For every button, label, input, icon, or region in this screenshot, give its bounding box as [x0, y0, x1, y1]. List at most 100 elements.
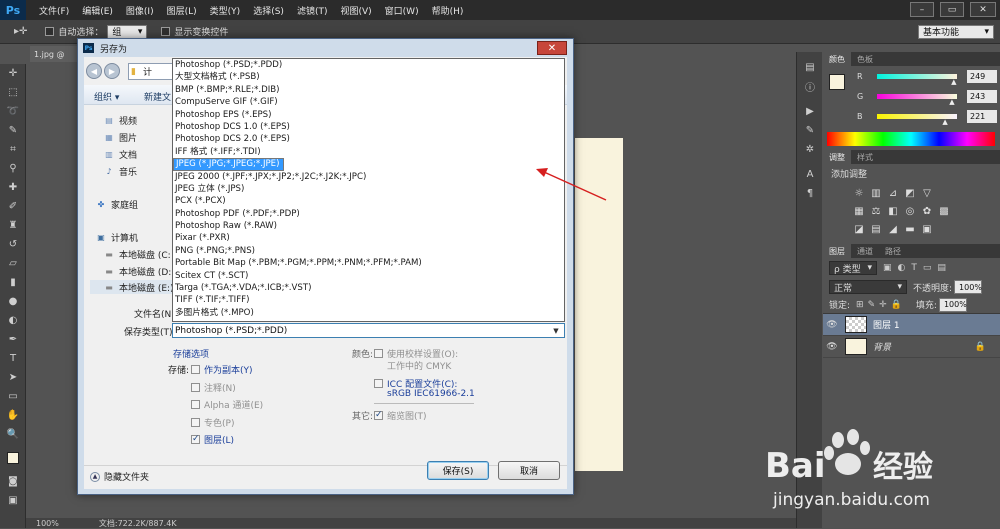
thumbnail-checkbox[interactable]: 缩览图(T): [374, 409, 427, 422]
color-spectrum-bar[interactable]: [827, 132, 995, 146]
checkbox-icon[interactable]: [191, 365, 200, 374]
red-slider[interactable]: ▲: [877, 73, 957, 86]
close-button[interactable]: ✕: [537, 41, 567, 55]
properties-icon[interactable]: ⓘ: [797, 77, 823, 96]
hue-saturation-icon[interactable]: ▦: [853, 206, 865, 217]
type-tool-icon[interactable]: T: [0, 349, 26, 368]
nav-item-disk-c[interactable]: ▬ 本地磁盘 (C:: [104, 248, 170, 261]
eye-icon[interactable]: 👁: [823, 342, 841, 352]
filter-shape-icon[interactable]: ▭: [923, 263, 932, 273]
history-icon[interactable]: ▤: [797, 58, 823, 77]
healing-tool-icon[interactable]: ✚: [0, 178, 26, 197]
document-tab[interactable]: 1.jpg @: [30, 46, 80, 62]
gradient-map-icon[interactable]: ▬: [904, 224, 916, 235]
nav-item-pictures[interactable]: ▦ 图片: [104, 131, 137, 144]
organize-button[interactable]: 组织 ▾: [94, 90, 119, 103]
annotations-checkbox[interactable]: 注释(N): [191, 381, 236, 394]
as-copy-checkbox[interactable]: 作为副本(Y): [191, 363, 253, 376]
lasso-tool-icon[interactable]: ➰: [0, 102, 26, 121]
filter-pixel-icon[interactable]: ▣: [883, 263, 892, 273]
pen-tool-icon[interactable]: ✒: [0, 330, 26, 349]
opacity-field[interactable]: 100%: [954, 280, 983, 294]
file-type-option[interactable]: 大型文档格式 (*.PSB): [173, 71, 564, 83]
crop-tool-icon[interactable]: ⌗: [0, 140, 26, 159]
hide-folders-toggle[interactable]: ▲ 隐藏文件夹: [90, 470, 149, 483]
filter-type-icon[interactable]: T: [911, 263, 917, 273]
zoom-level[interactable]: 100%: [36, 519, 59, 528]
zoom-tool-icon[interactable]: 🔍: [0, 425, 26, 444]
layer-row[interactable]: 👁 背景 🔒: [823, 336, 1000, 358]
file-type-option[interactable]: JPEG 立体 (*.JPS): [173, 183, 564, 195]
levels-icon[interactable]: ▥: [870, 188, 882, 199]
brushes-icon[interactable]: ✎: [797, 121, 823, 140]
red-value[interactable]: 249: [967, 69, 997, 83]
layer-name[interactable]: 图层 1: [873, 318, 900, 331]
blue-value[interactable]: 221: [967, 109, 997, 123]
menu-type[interactable]: 类型(Y): [210, 4, 241, 17]
channel-mixer-icon[interactable]: ✿: [921, 206, 933, 217]
file-type-option[interactable]: 多图片格式 (*.MPO): [173, 307, 564, 319]
nav-item-music[interactable]: ♪ 音乐: [104, 165, 137, 178]
nav-item-disk-e[interactable]: ▬ 本地磁盘 (E:): [90, 280, 178, 294]
file-type-option[interactable]: Pixar (*.PXR): [173, 232, 564, 244]
file-type-option[interactable]: Photoshop EPS (*.EPS): [173, 109, 564, 121]
threshold-icon[interactable]: ◢: [887, 224, 899, 235]
checkbox-icon[interactable]: [191, 400, 200, 409]
dodge-tool-icon[interactable]: ◐: [0, 311, 26, 330]
checkbox-icon[interactable]: [191, 418, 200, 427]
lock-pixels-icon[interactable]: ✎: [868, 300, 876, 310]
close-icon[interactable]: ✕: [970, 2, 996, 17]
quick-select-tool-icon[interactable]: ✎: [0, 121, 26, 140]
file-type-option[interactable]: PCX (*.PCX): [173, 195, 564, 207]
menu-filter[interactable]: 滤镜(T): [297, 4, 328, 17]
menu-window[interactable]: 窗口(W): [385, 4, 419, 17]
file-type-option[interactable]: Photoshop Raw (*.RAW): [173, 220, 564, 232]
lock-position-icon[interactable]: ✛: [879, 300, 887, 310]
show-transform-check-icon[interactable]: [161, 27, 171, 36]
eraser-tool-icon[interactable]: ▱: [0, 254, 26, 273]
spot-checkbox[interactable]: 专色(P): [191, 416, 234, 429]
green-slider[interactable]: ▲: [877, 93, 957, 106]
green-slider-thumb-icon[interactable]: ▲: [949, 98, 954, 106]
color-swatches-icon[interactable]: [0, 444, 26, 472]
layers-checkbox[interactable]: 图层(L): [191, 433, 234, 446]
minimize-icon[interactable]: –: [910, 2, 934, 17]
vibrance-icon[interactable]: ▽: [921, 188, 933, 199]
new-folder-button[interactable]: 新建文: [144, 90, 171, 103]
shape-tool-icon[interactable]: ▭: [0, 387, 26, 406]
file-type-option[interactable]: IFF 格式 (*.IFF;*.TDI): [173, 146, 564, 158]
fill-field[interactable]: 100%: [938, 297, 967, 312]
curves-icon[interactable]: ⊿: [887, 188, 899, 199]
menu-help[interactable]: 帮助(H): [432, 4, 464, 17]
file-type-option[interactable]: Scitex CT (*.SCT): [173, 270, 564, 282]
nav-item-computer[interactable]: ▣ 计算机: [96, 231, 138, 244]
workspace-dropdown[interactable]: 基本功能 ▾: [918, 24, 994, 39]
blue-slider-thumb-icon[interactable]: ▲: [942, 118, 947, 126]
blend-mode-dropdown[interactable]: 正常 ▾: [829, 280, 907, 294]
collapse-icon[interactable]: ▲: [90, 471, 100, 482]
checked-icon[interactable]: [374, 410, 383, 420]
menu-file[interactable]: 文件(F): [39, 4, 69, 17]
back-icon[interactable]: ◀: [86, 63, 102, 79]
tab-paths[interactable]: 路径: [879, 244, 907, 258]
color-lookup-icon[interactable]: ▩: [938, 206, 950, 217]
menu-image[interactable]: 图像(I): [126, 4, 154, 17]
checked-icon[interactable]: [191, 434, 200, 444]
green-value[interactable]: 243: [967, 89, 997, 103]
move-tool-icon[interactable]: ✛: [0, 64, 26, 83]
restore-icon[interactable]: ▭: [940, 2, 964, 17]
blue-slider[interactable]: ▲: [877, 113, 957, 126]
nav-item-disk-d[interactable]: ▬ 本地磁盘 (D:: [104, 265, 171, 278]
layer-filter-dropdown[interactable]: ρ 类型 ▾: [829, 261, 877, 275]
show-transform-checkbox[interactable]: 显示变换控件: [161, 25, 228, 38]
path-select-icon[interactable]: ➤: [0, 368, 26, 387]
brush-tool-icon[interactable]: ✐: [0, 197, 26, 216]
file-type-option[interactable]: Photoshop PDF (*.PDF;*.PDP): [173, 208, 564, 220]
file-type-option[interactable]: Photoshop DCS 2.0 (*.EPS): [173, 133, 564, 145]
blur-tool-icon[interactable]: ●: [0, 292, 26, 311]
file-type-option[interactable]: CompuServe GIF (*.GIF): [173, 96, 564, 108]
checkbox-icon[interactable]: [374, 349, 383, 358]
foreground-color-swatch[interactable]: [829, 74, 845, 90]
file-type-option[interactable]: BMP (*.BMP;*.RLE;*.DIB): [173, 84, 564, 96]
file-type-option[interactable]: PNG (*.PNG;*.PNS): [173, 245, 564, 257]
